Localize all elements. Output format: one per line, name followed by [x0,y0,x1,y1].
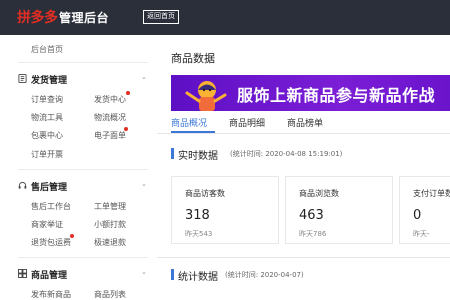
notification-dot [70,234,74,238]
brand-logo[interactable]: 拼多多 [17,7,58,27]
document-icon [18,74,27,83]
notification-dot [126,91,130,95]
section-shipping-title[interactable]: 发货管理 [31,73,67,86]
stat-yesterday: 昨天786 [299,230,327,238]
stat-card-pageviews: 商品浏览数 463 昨天786 [285,176,393,244]
banner-headline: 服饰上新商品参与新品作战 [237,86,436,105]
statistics-panel: 统计数据 (统计时间: 2020-04-07) [157,257,450,300]
sidebar-item-small-payment[interactable]: 小额打款 [94,219,126,230]
stat-card-visitors: 商品访客数 318 昨天543 [171,176,279,244]
stat-value: 318 [185,208,210,223]
sidebar-item-shipping-center[interactable]: 发货中心 [94,94,126,105]
section-products-title[interactable]: 商品管理 [31,268,67,281]
tab-product-overview[interactable]: 商品概况 [171,116,207,129]
top-bar: 拼多多 管理后台 返回首页 [0,0,450,35]
notification-dot [124,127,128,131]
product-data-panel: 商品数据 服饰上新商品参与新品作战 商品概况 商品明细 商品榜单 实时数据 (统… [157,35,450,273]
sidebar-item-package-center[interactable]: 包裹中心 [31,130,63,141]
divider [18,62,148,63]
sidebar-item-logistics-overview[interactable]: 物流概况 [94,112,126,123]
chevron-down-icon[interactable]: ⌄ [141,268,147,276]
stat-label: 商品浏览数 [299,189,339,198]
stat-card-paid-orders: 支付订单数 0 昨天- [399,176,450,244]
page-title: 商品数据 [171,52,215,65]
sidebar-item-invoicing[interactable]: 订单开票 [31,149,63,160]
tab-product-details[interactable]: 商品明细 [229,116,265,129]
sidebar-item-merchant-evidence[interactable]: 商家举证 [31,219,63,230]
tab-product-rankings[interactable]: 商品榜单 [287,116,323,129]
sidebar-item-after-sales-desk[interactable]: 售后工作台 [31,201,71,212]
sidebar-item-return-shipping[interactable]: 退货包运费 [31,237,71,248]
chevron-down-icon[interactable]: ⌄ [141,180,147,188]
stat-value: 0 [413,208,422,223]
section-marker [171,269,174,280]
stat-yesterday: 昨天- [413,230,430,238]
sidebar-item-product-list[interactable]: 商品列表 [94,289,126,300]
headset-icon [18,181,27,189]
statistics-data-title: 统计数据 [178,272,218,283]
stat-label: 商品访客数 [185,189,225,198]
divider [18,169,148,170]
chevron-down-icon[interactable]: ⌄ [141,73,147,81]
grid-icon [18,269,27,278]
sidebar-item-logistics-tools[interactable]: 物流工具 [31,112,63,123]
realtime-timestamp: (统计时间: 2020-04-08 15:19:01) [230,150,343,158]
sidebar-item-fast-refund[interactable]: 极速退款 [94,237,126,248]
brand-subtitle: 管理后台 [59,11,110,25]
back-to-home-button[interactable]: 返回首页 [143,10,179,24]
mascot-illustration [185,81,227,111]
realtime-data-title: 实时数据 [178,151,218,162]
section-marker [171,148,174,159]
divider [18,257,148,258]
promo-banner[interactable]: 服饰上新商品参与新品作战 [171,75,450,111]
tab-divider [157,133,450,134]
sidebar-item-home[interactable]: 后台首页 [31,44,63,55]
stat-yesterday: 昨天543 [185,230,213,238]
main-content: 商品数据 服饰上新商品参与新品作战 商品概况 商品明细 商品榜单 实时数据 (统… [157,35,450,300]
statistics-timestamp: (统计时间: 2020-04-07) [225,271,304,279]
sidebar-item-publish-product[interactable]: 发布新商品 [31,289,71,300]
section-after-sales-title[interactable]: 售后管理 [31,180,67,193]
stat-value: 463 [299,208,324,223]
divider [157,257,450,258]
sidebar-item-order-query[interactable]: 订单查询 [31,94,63,105]
stat-label: 支付订单数 [413,189,450,198]
sidebar-item-ticket-management[interactable]: 工单管理 [94,201,126,212]
sidebar-item-e-waybill[interactable]: 电子面单 [94,130,126,141]
sidebar: 后台首页 发货管理 ⌄ 订单查询 发货中心 物流工具 物流概况 包裹中心 电子面… [0,35,157,300]
